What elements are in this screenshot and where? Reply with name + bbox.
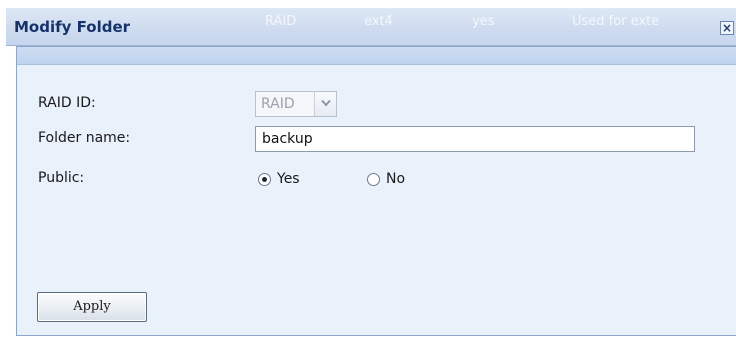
public-yes-radio[interactable]: Yes — [258, 170, 300, 188]
raid-id-select-value: RAID — [261, 96, 295, 112]
close-icon[interactable]: × — [720, 21, 734, 35]
background-cell-filesystem: ext4 — [364, 14, 393, 29]
dialog-title: Modify Folder — [14, 18, 131, 36]
radio-checked-icon[interactable] — [258, 172, 271, 186]
form-panel: RAID ID: RAID Folder name: Public: Yes N… — [16, 46, 736, 336]
raid-id-label: RAID ID: — [38, 95, 96, 111]
panel-header-strip — [17, 47, 736, 65]
public-no-label: No — [386, 171, 406, 187]
chevron-down-icon[interactable] — [314, 92, 336, 116]
public-label: Public: — [38, 170, 85, 186]
public-yes-label: Yes — [277, 171, 300, 187]
title-bar[interactable]: Modify Folder RAID ext4 yes Used for ext… — [6, 8, 736, 46]
folder-name-label: Folder name: — [38, 130, 131, 146]
apply-button[interactable]: Apply — [37, 292, 147, 322]
background-cell-description: Used for exte — [572, 14, 660, 29]
folder-name-input[interactable] — [255, 126, 695, 152]
background-cell-raid: RAID — [265, 14, 297, 29]
public-no-radio[interactable]: No — [367, 170, 405, 188]
raid-id-select[interactable]: RAID — [255, 91, 337, 117]
modify-folder-dialog: Modify Folder RAID ext4 yes Used for ext… — [0, 0, 736, 340]
background-cell-public: yes — [472, 14, 495, 29]
radio-unchecked-icon[interactable] — [367, 172, 380, 186]
